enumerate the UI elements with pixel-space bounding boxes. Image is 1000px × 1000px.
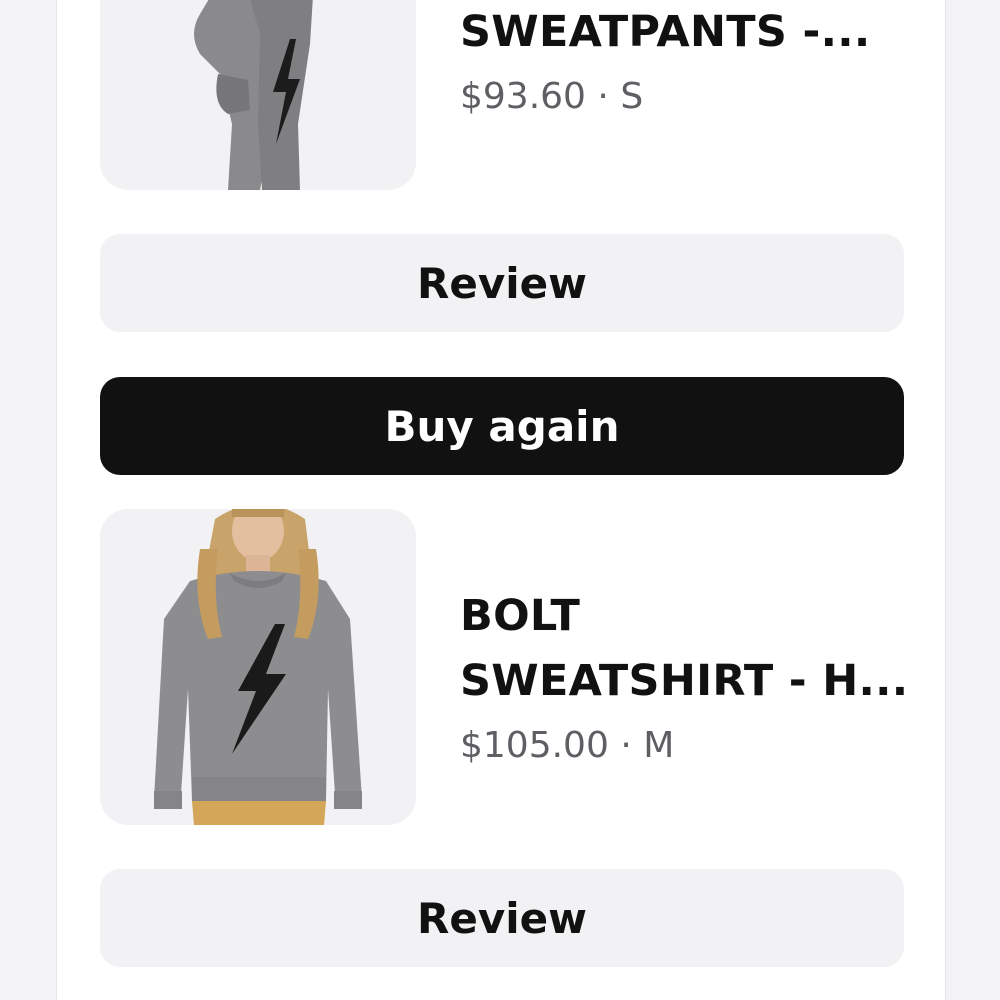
- review-button[interactable]: Review: [100, 869, 904, 967]
- product-meta: $93.60 · S: [460, 73, 910, 121]
- order-item-sweatpants[interactable]: SWEATPANTS -... $93.60 · S: [100, 0, 900, 192]
- sweatpants-info: SWEATPANTS -... $93.60 · S: [460, 0, 910, 121]
- sweatshirt-illustration: [154, 509, 362, 825]
- review-button[interactable]: Review: [100, 234, 904, 332]
- meta-separator: ·: [620, 725, 632, 766]
- product-title-line: SWEATPANTS -...: [460, 7, 871, 57]
- product-price: $105.00: [460, 725, 609, 766]
- order-item-sweatshirt[interactable]: BOLT SWEATSHIRT - H... $105.00 · M: [100, 509, 908, 827]
- meta-separator: ·: [597, 76, 609, 117]
- sweatshirt-image[interactable]: [100, 509, 416, 825]
- sweatshirt-info: BOLT SWEATSHIRT - H... $105.00 · M: [460, 584, 910, 770]
- order-items-card: SWEATPANTS -... $93.60 · S Review Buy ag…: [56, 0, 946, 1000]
- product-price: $93.60: [460, 76, 586, 117]
- product-meta: $105.00 · M: [460, 722, 910, 770]
- product-title[interactable]: BOLT SWEATSHIRT - H...: [460, 584, 910, 714]
- product-size: S: [620, 76, 644, 117]
- product-title-line: SWEATSHIRT - H...: [460, 656, 909, 706]
- product-size: M: [643, 725, 675, 766]
- product-title[interactable]: SWEATPANTS -...: [460, 0, 910, 65]
- sweatpants-image[interactable]: [100, 0, 416, 190]
- buy-again-button[interactable]: Buy again: [100, 377, 904, 475]
- sweatpants-illustration: [194, 0, 313, 190]
- product-title-line: BOLT: [460, 591, 581, 641]
